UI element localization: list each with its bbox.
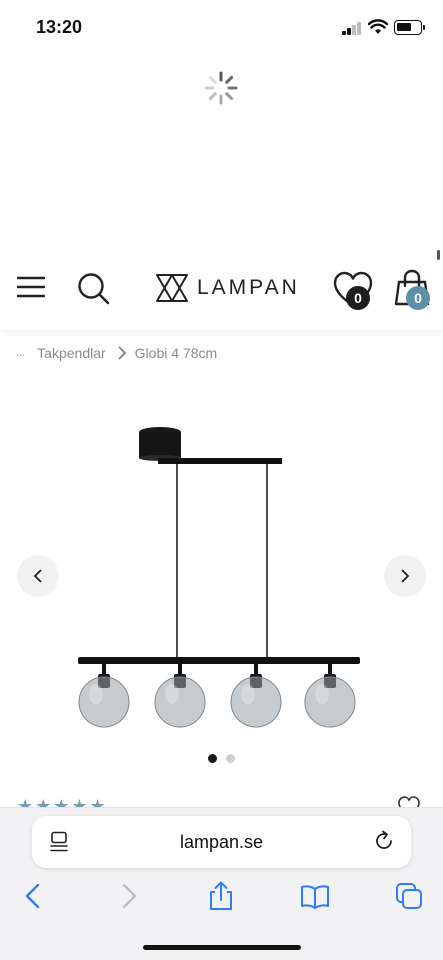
logo-text: LAMPAN <box>197 276 300 299</box>
chevron-right-icon <box>401 569 410 583</box>
tabs-icon[interactable] <box>393 880 425 912</box>
search-icon[interactable] <box>76 271 110 305</box>
cart-count-badge: 0 <box>406 286 430 310</box>
address-bar[interactable]: lampan.se <box>32 816 411 868</box>
home-indicator <box>143 945 301 950</box>
breadcrumb: ... Takpendlar Globi 4 78cm <box>16 345 217 361</box>
site-logo[interactable]: LAMPAN <box>155 272 300 304</box>
gallery-dot-active[interactable] <box>208 754 217 763</box>
cellular-signal-icon <box>342 22 362 35</box>
favorites-count-badge: 0 <box>346 286 370 310</box>
chevron-right-icon <box>118 346 126 360</box>
url-text: lampan.se <box>179 832 264 852</box>
hamburger-menu-icon[interactable] <box>17 275 45 299</box>
reload-icon[interactable] <box>373 830 395 852</box>
breadcrumb-item-takpendlar[interactable]: Takpendlar <box>37 345 106 361</box>
battery-icon <box>394 20 425 35</box>
gallery-prev-button[interactable] <box>17 555 59 597</box>
chevron-left-icon <box>33 569 42 583</box>
wifi-icon <box>368 19 388 34</box>
breadcrumb-item-current: Globi 4 78cm <box>134 345 218 361</box>
gallery-next-button[interactable] <box>384 555 426 597</box>
share-icon[interactable] <box>205 880 237 912</box>
back-arrow-icon[interactable] <box>18 880 50 912</box>
loading-spinner-icon <box>204 71 238 105</box>
breadcrumb-ellipsis[interactable]: ... <box>16 347 25 359</box>
status-time: 13:20 <box>36 17 83 37</box>
bookmarks-book-icon[interactable] <box>299 880 331 912</box>
product-image <box>78 427 360 728</box>
forward-arrow-icon[interactable] <box>112 880 144 912</box>
status-bar: 13:20 <box>0 0 443 56</box>
gallery-dot[interactable] <box>226 754 235 763</box>
lampan-logo-icon <box>156 274 188 302</box>
scroll-indicator <box>437 250 440 260</box>
